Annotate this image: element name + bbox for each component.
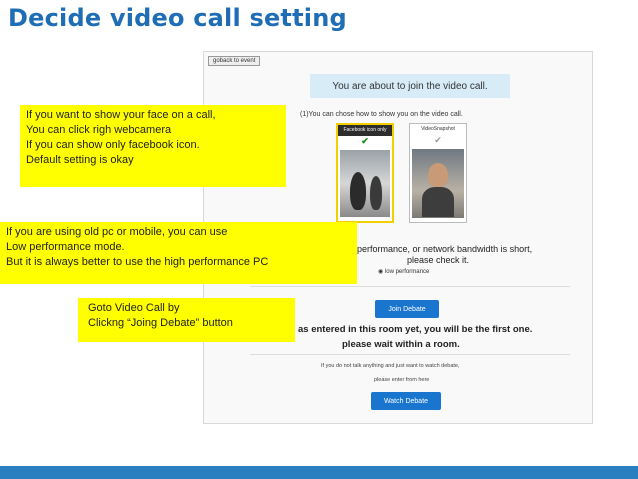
bottom-band	[0, 466, 638, 479]
facebook-option-label: Facebook icon only	[338, 125, 392, 136]
divider	[250, 286, 570, 287]
callout-line: Default setting is okay	[26, 154, 134, 166]
callout-line: If you can show only facebook icon.	[26, 139, 200, 151]
entered-text: as entered in this room yet, you will be…	[298, 324, 533, 335]
callout-line: If you are using old pc or mobile, you c…	[6, 226, 228, 238]
watch-note-line1: If you do not talk anything and just wan…	[321, 363, 460, 369]
performance-callout: If you are using old pc or mobile, you c…	[0, 222, 357, 284]
low-performance-checkbox[interactable]: ◉ low performance	[378, 268, 429, 275]
callout-line: But it is always better to use the high …	[6, 256, 269, 268]
check-icon: ✔	[434, 135, 442, 145]
low-performance-label: low performance	[384, 269, 430, 275]
performance-text: performance, or network bandwidth is sho…	[357, 244, 533, 254]
watch-debate-button[interactable]: Watch Debate	[371, 392, 441, 410]
join-debate-button[interactable]: Join Debate	[375, 300, 439, 318]
video-snapshot-option[interactable]: VideoSnapshot ✔	[409, 123, 467, 223]
join-callout: Goto Video Call by Clickng “Joing Debate…	[78, 298, 295, 342]
check-it-text: please check it.	[407, 255, 470, 265]
webcam-callout: If you want to show your face on a call,…	[20, 105, 286, 187]
callout-line: If you want to show your face on a call,	[26, 109, 216, 121]
divider	[250, 354, 570, 355]
callout-line: Clickng “Joing Debate” button	[88, 317, 233, 329]
callout-line: You can click righ webcamera	[26, 124, 172, 136]
join-banner: You are about to join the video call.	[310, 74, 510, 98]
choose-text: (1)You can chose how to show you on the …	[300, 111, 463, 118]
slide-title: Decide video call setting	[8, 4, 347, 32]
goback-button[interactable]: goback to event	[208, 56, 261, 66]
watch-note-line2: please enter from here	[374, 377, 430, 383]
check-icon: ✔	[361, 136, 369, 146]
facebook-icon-option[interactable]: Facebook icon only ✔	[336, 123, 394, 223]
webcam-photo	[412, 149, 464, 218]
facebook-photo	[340, 150, 390, 217]
wait-text: please wait within a room.	[342, 339, 460, 350]
radio-icon: ◉	[378, 269, 384, 275]
callout-line: Goto Video Call by	[88, 302, 180, 314]
callout-line: Low performance mode.	[6, 241, 125, 253]
video-snapshot-label: VideoSnapshot	[421, 126, 455, 132]
